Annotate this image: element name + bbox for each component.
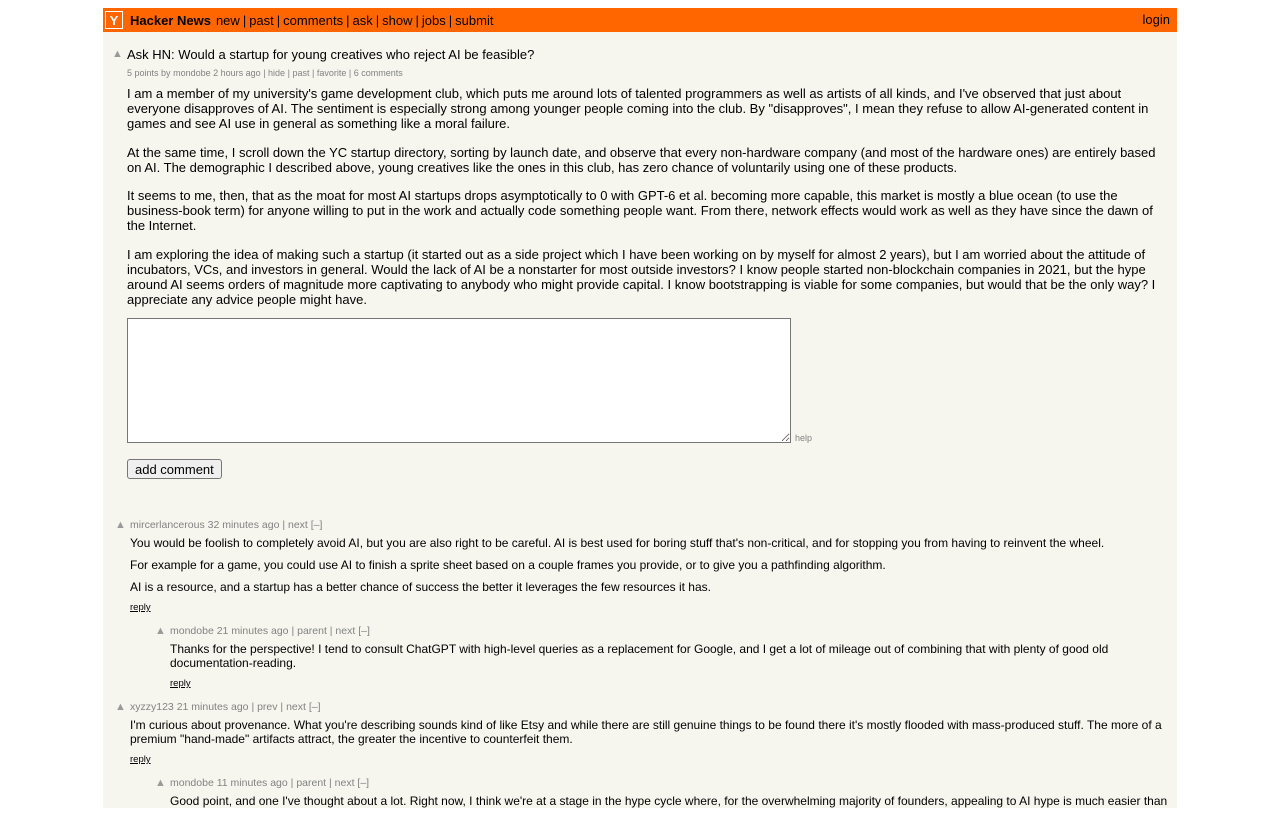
comment-author[interactable]: mircerlancerous <box>130 519 205 531</box>
story-points: 5 points <box>127 68 159 78</box>
past-link[interactable]: past <box>292 68 309 78</box>
site-name[interactable]: Hacker News <box>130 13 211 28</box>
nav-links: new | past | comments | ask | show | jobs | submit <box>215 12 494 28</box>
comment-nav-links[interactable]: | prev | next [–] <box>251 701 320 713</box>
comment-paragraph: Good point, and one I've thought about a… <box>170 794 1168 808</box>
reply-link[interactable]: reply <box>170 678 191 689</box>
comment-age[interactable]: 21 minutes ago <box>177 701 249 713</box>
favorite-link[interactable]: favorite <box>317 68 347 78</box>
comment-textarea[interactable] <box>127 318 791 443</box>
nav-comments[interactable]: comments <box>283 13 343 28</box>
story-author[interactable]: mondobe <box>173 68 211 78</box>
reply-link[interactable]: reply <box>130 754 151 765</box>
story-paragraph: It seems to me, then, that as the moat f… <box>127 188 1153 233</box>
upvote-icon[interactable]: ▲ <box>112 48 123 60</box>
comment-text: Good point, and one I've thought about a… <box>170 794 1170 816</box>
upvote-icon[interactable]: ▲ <box>115 701 126 713</box>
comment-age[interactable]: 32 minutes ago <box>208 519 280 531</box>
comment-nav-links[interactable]: | parent | next [–] <box>291 625 369 637</box>
comment-nav-links[interactable]: | next [–] <box>282 519 322 531</box>
reply-link[interactable]: reply <box>130 602 151 613</box>
upvote-icon[interactable]: ▲ <box>115 519 126 531</box>
story-text: I am a member of my university's game de… <box>127 86 1173 320</box>
comment-header: xyzzy123 21 minutes ago | prev | next [–… <box>130 701 321 713</box>
comment-paragraph: For example for a game, you could use AI… <box>130 558 886 572</box>
page: Y Hacker News new | past | comments | ask | show… <box>103 8 1177 808</box>
comment-age[interactable]: 11 minutes ago <box>217 777 288 789</box>
story-paragraph: At the same time, I scroll down the YC s… <box>127 144 1156 175</box>
add-comment-button[interactable]: add comment <box>127 459 222 479</box>
comment-header: mircerlancerous 32 minutes ago | next [–… <box>130 519 322 531</box>
nav-new[interactable]: new <box>216 13 240 28</box>
comment-paragraph: I'm curious about provenance. What you'r… <box>130 718 1162 746</box>
site-logo[interactable]: Y <box>105 11 123 29</box>
comment-age[interactable]: 21 minutes ago <box>217 625 289 637</box>
nav-submit[interactable]: submit <box>455 13 493 28</box>
story-by-label: by <box>161 68 171 78</box>
upvote-icon[interactable]: ▲ <box>155 625 166 637</box>
story-subline: 5 points by mondobe 2 hours ago | hide |… <box>127 68 403 78</box>
help-link[interactable]: help <box>795 433 812 443</box>
comment-paragraph: Thanks for the perspective! I tend to co… <box>170 642 1109 670</box>
story-title[interactable]: Ask HN: Would a startup for young creati… <box>127 47 534 62</box>
comment-paragraph: AI is a resource, and a startup has a be… <box>130 580 711 594</box>
upvote-icon[interactable]: ▲ <box>155 777 166 789</box>
nav-show[interactable]: show <box>382 13 412 28</box>
story-paragraph: I am a member of my university's game de… <box>127 86 1149 131</box>
comment-header: mondobe 11 minutes ago | parent | next [… <box>170 777 369 789</box>
comment-header: mondobe 21 minutes ago | parent | next [… <box>170 625 370 637</box>
login-link[interactable]: login <box>1143 12 1170 27</box>
comment-nav-links[interactable]: | parent | next [–] <box>291 777 369 789</box>
comments-count-link[interactable]: 6 comments <box>354 68 403 78</box>
comment-author[interactable]: xyzzy123 <box>130 701 174 713</box>
comment-text: Thanks for the perspective! I tend to co… <box>170 642 1170 678</box>
comment-text: I'm curious about provenance. What you'r… <box>130 718 1170 754</box>
header-bar: Y Hacker News new | past | comments | ask | show… <box>103 8 1177 32</box>
nav-ask[interactable]: ask <box>353 13 373 28</box>
comment-paragraph: You would be foolish to completely avoid… <box>130 536 1105 550</box>
story-paragraph: I am exploring the idea of making such a… <box>127 246 1156 307</box>
comment-text: You would be foolish to completely avoid… <box>130 536 1170 602</box>
comment-author[interactable]: mondobe <box>170 777 214 789</box>
nav-jobs[interactable]: jobs <box>422 13 446 28</box>
story-age[interactable]: 2 hours ago <box>213 68 261 78</box>
comment-author[interactable]: mondobe <box>170 625 214 637</box>
hide-link[interactable]: hide <box>268 68 285 78</box>
nav-past[interactable]: past <box>249 13 274 28</box>
